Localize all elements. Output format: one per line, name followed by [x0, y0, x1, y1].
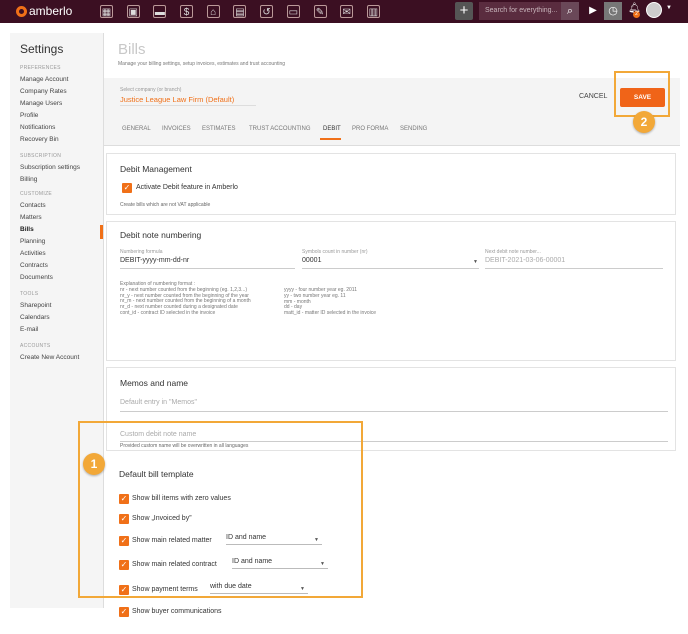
sidebar-item-profile[interactable]: Profile	[20, 112, 38, 119]
sidebar-title: Settings	[20, 42, 64, 56]
contacts-icon[interactable]: ▣	[126, 5, 140, 18]
sidebar-item-recovery-bin[interactable]: Recovery Bin	[20, 136, 59, 143]
sidebar-item-calendars[interactable]: Calendars	[20, 314, 50, 321]
template-highlight-box	[78, 421, 363, 598]
debit-numbering-card: Debit note numbering Numbering formula D…	[106, 221, 676, 361]
symbols-count-underline	[302, 268, 479, 269]
top-nav-icons: ▦ ▣ ▬ $ ⌂ ▤ ↺ ▭ ✎ ✉ ▥	[100, 5, 394, 18]
numbering-formula-underline	[120, 268, 295, 269]
memos-underline	[120, 411, 668, 412]
sidebar-item-sharepoint[interactable]: Sharepoint	[20, 302, 51, 309]
buyer-communications-label: Show buyer communications	[132, 608, 222, 615]
numbering-formula-label: Numbering formula	[120, 249, 163, 255]
symbols-count-select[interactable]: 00001	[302, 257, 321, 264]
callout-badge-2: 2	[633, 111, 655, 133]
buyer-communications-checkbox[interactable]: ✓	[119, 607, 129, 617]
callout-badge-1: 1	[83, 453, 105, 475]
sidebar-item-planning[interactable]: Planning	[20, 238, 45, 245]
tabs-divider	[104, 145, 680, 146]
sidebar-item-documents[interactable]: Documents	[20, 274, 53, 281]
sidebar-item-billing[interactable]: Billing	[20, 176, 37, 183]
memos-heading: Memos and name	[120, 378, 189, 388]
next-number-field: DEBIT-2021-03-06-00001	[485, 257, 566, 264]
sidebar-item-manage-account[interactable]: Manage Account	[20, 76, 68, 83]
company-select[interactable]: Justice League Law Firm (Default)	[120, 95, 234, 104]
sidebar-item-bills[interactable]: Bills	[20, 226, 34, 233]
bank-icon[interactable]: ⌂	[206, 5, 220, 18]
search-icon[interactable]: ⌕	[561, 2, 579, 20]
tab-trust-accounting[interactable]: TRUST ACCOUNTING	[249, 126, 311, 132]
notifications-badge: 2	[633, 11, 640, 18]
sidebar-item-create-new-account[interactable]: Create New Account	[20, 354, 79, 361]
mail-icon[interactable]: ✉	[340, 5, 354, 18]
calendar-icon[interactable]: ▤	[233, 5, 247, 18]
sidebar-item-company-rates[interactable]: Company Rates	[20, 88, 67, 95]
amberlo-logo-icon	[16, 5, 27, 17]
tab-sending[interactable]: SENDING	[400, 126, 427, 132]
sidebar-item-contracts[interactable]: Contracts	[20, 262, 48, 269]
debit-management-heading: Debit Management	[120, 164, 192, 174]
top-bar: amberlo ▦ ▣ ▬ $ ⌂ ▤ ↺ ▭ ✎ ✉ ▥ + Search f…	[0, 0, 688, 23]
next-number-underline	[485, 268, 663, 269]
section-subscription: SUBSCRIPTION	[20, 153, 62, 159]
symbols-count-label: Symbols count in number (nr)	[302, 249, 368, 255]
section-accounts: ACCOUNTS	[20, 343, 51, 349]
user-avatar[interactable]	[646, 2, 662, 18]
page-title: Bills	[118, 41, 146, 58]
document-icon[interactable]: $	[180, 5, 194, 18]
activate-debit-label: Activate Debit feature in Amberlo	[136, 184, 238, 191]
tab-debit[interactable]: DEBIT	[323, 126, 341, 132]
sidebar-item-email[interactable]: E-mail	[20, 326, 38, 333]
folder-icon[interactable]: ▭	[286, 5, 300, 18]
tab-general[interactable]: GENERAL	[122, 126, 151, 132]
play-timer-icon[interactable]: ▶	[585, 2, 601, 20]
briefcase-icon[interactable]: ▬	[153, 5, 167, 18]
section-preferences: PREFERENCES	[20, 65, 61, 71]
sidebar-item-notifications[interactable]: Notifications	[20, 124, 55, 131]
explanation-left: Explanation of numbering format : nr - n…	[120, 281, 251, 317]
add-new-button[interactable]: +	[455, 2, 473, 20]
activate-debit-checkbox[interactable]: ✓	[122, 183, 132, 193]
sidebar-item-matters[interactable]: Matters	[20, 214, 42, 221]
chevron-down-icon[interactable]: ▼	[666, 5, 672, 11]
memos-input[interactable]: Default entry in "Memos"	[120, 399, 197, 406]
debit-vat-note: Create bills which are not VAT applicabl…	[120, 202, 211, 208]
debit-management-card: Debit Management ✓ Activate Debit featur…	[106, 153, 676, 215]
global-search-input[interactable]: Search for everything...	[479, 2, 561, 20]
tab-pro-forma[interactable]: PRO FORMA	[352, 126, 388, 132]
dashboard-icon[interactable]: ▦	[100, 5, 113, 18]
explanation-line: cont_id - contract ID selected in the in…	[120, 309, 216, 316]
sidebar-item-manage-users[interactable]: Manage Users	[20, 100, 62, 107]
next-number-label: Next debit note number...	[485, 249, 541, 255]
sidebar-item-activities[interactable]: Activities	[20, 250, 46, 257]
cancel-button[interactable]: CANCEL	[579, 93, 607, 100]
sidebar-item-subscription-settings[interactable]: Subscription settings	[20, 164, 80, 171]
checklist-icon[interactable]: ✎	[313, 5, 327, 18]
company-select-label: Select company (or branch)	[120, 87, 182, 93]
brand-logo[interactable]: amberlo	[16, 4, 72, 18]
settings-tabs: GENERAL INVOICES ESTIMATES TRUST ACCOUNT…	[104, 122, 680, 144]
reports-icon[interactable]: ▥	[366, 5, 380, 18]
section-tools: TOOLS	[20, 291, 39, 297]
debit-numbering-heading: Debit note numbering	[120, 230, 202, 240]
section-customize: CUSTOMIZE	[20, 191, 53, 197]
brand-name: amberlo	[29, 4, 73, 18]
tab-estimates[interactable]: ESTIMATES	[202, 126, 236, 132]
company-select-underline	[120, 105, 256, 106]
stopwatch-icon[interactable]: ◷	[604, 2, 622, 20]
sidebar-item-contacts[interactable]: Contacts	[20, 202, 46, 209]
explanation-right: yyyy - four number year eg. 2011 yy - tw…	[284, 287, 376, 317]
timer-history-icon[interactable]: ↺	[260, 5, 274, 18]
tab-invoices[interactable]: INVOICES	[162, 126, 191, 132]
explanation-line: matt_id - matter ID selected in the invo…	[284, 310, 376, 317]
active-tab-underline	[320, 138, 341, 140]
chevron-down-icon[interactable]: ▼	[473, 259, 478, 265]
numbering-formula-input[interactable]: DEBIT-yyyy-mm-dd-nr	[120, 257, 189, 264]
page-description: Manage your billing settings, setup invo…	[118, 61, 286, 67]
